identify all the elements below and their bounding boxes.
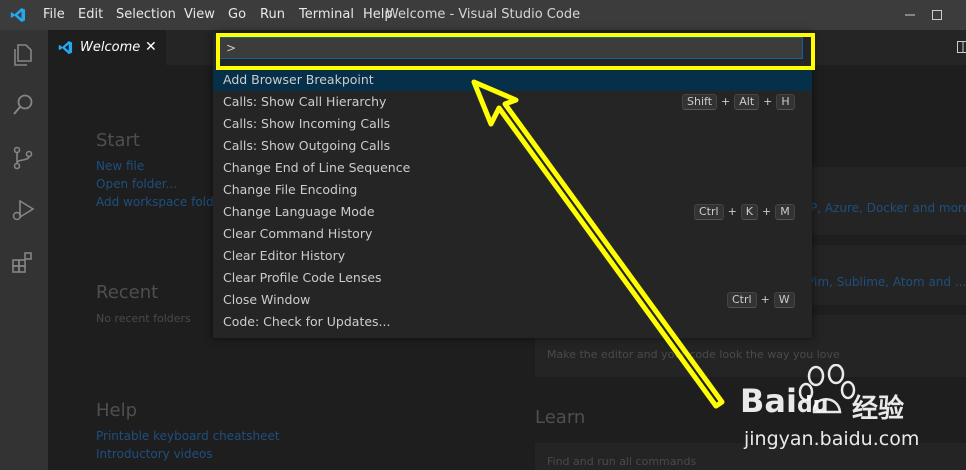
watermark-brand: Bai — [740, 382, 797, 420]
watermark-cn: 经验 — [852, 394, 905, 424]
watermark-url: jingyan.baidu.com — [744, 428, 920, 450]
baidu-watermark: Baidu 经验 jingyan.baidu.com — [740, 360, 966, 470]
watermark-brand-suffix: du — [796, 393, 829, 418]
